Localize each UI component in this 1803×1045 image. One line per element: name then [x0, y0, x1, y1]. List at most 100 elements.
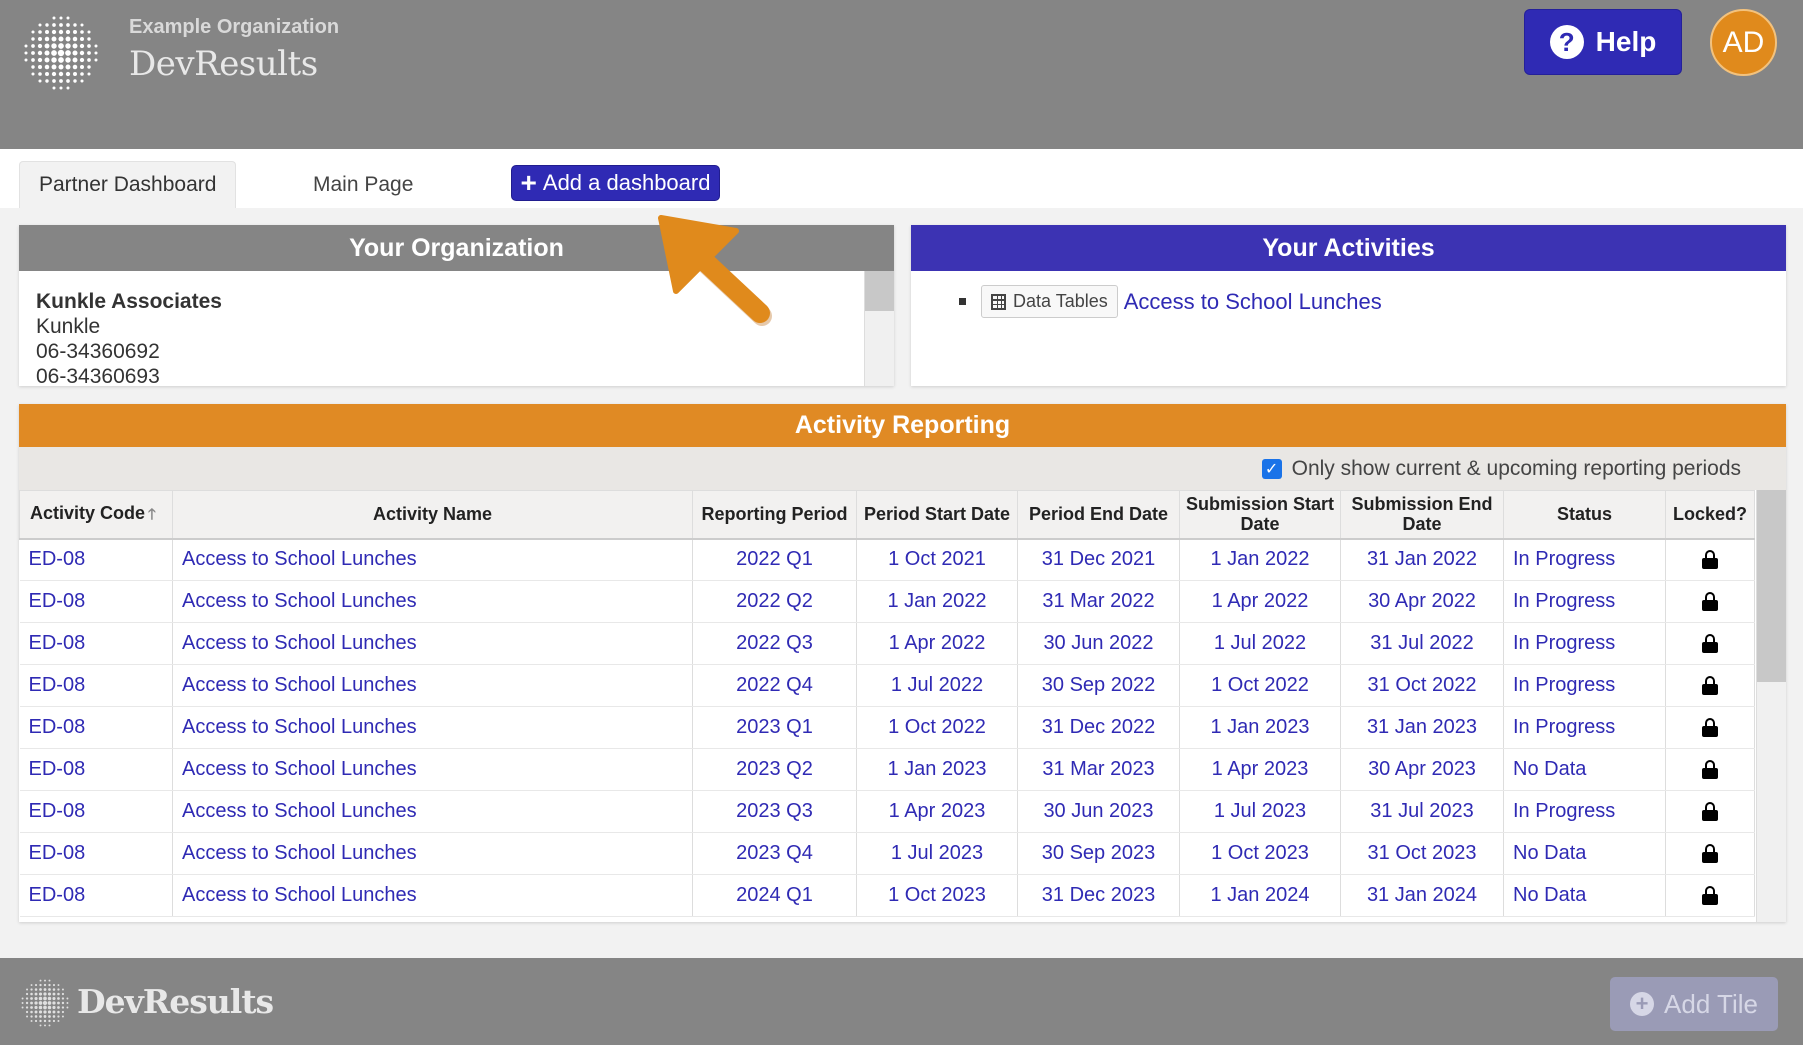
activity-name-cell[interactable]: Access to School Lunches — [172, 832, 693, 875]
submission-end-date-link[interactable]: 31 Oct 2022 — [1368, 674, 1477, 696]
period-start-date-link[interactable]: 1 Oct 2022 — [888, 716, 986, 738]
scrollbar-thumb[interactable] — [865, 271, 894, 311]
period-end-date-cell[interactable]: 31 Dec 2021 — [1017, 538, 1180, 581]
submission-end-date-link[interactable]: 30 Apr 2023 — [1368, 758, 1476, 780]
period-start-date-cell[interactable]: 1 Oct 2021 — [856, 538, 1018, 581]
submission-end-date-link[interactable]: 31 Jan 2023 — [1367, 716, 1477, 738]
table-row[interactable]: ED-08 Access to School Lunches 2023 Q2 1 Ja… — [19, 748, 1755, 791]
activity-code-cell[interactable]: ED-08 — [19, 790, 173, 833]
period-end-date-link[interactable]: 31 Dec 2021 — [1042, 548, 1155, 570]
submission-start-date-cell[interactable]: 1 Apr 2022 — [1179, 580, 1341, 623]
activity-code-link[interactable]: ED-08 — [29, 632, 86, 654]
reporting-period-link[interactable]: 2022 Q4 — [736, 674, 813, 696]
activity-name-cell[interactable]: Access to School Lunches — [172, 790, 693, 833]
current-periods-checkbox[interactable]: ✓ — [1261, 458, 1282, 479]
activity-name-cell[interactable]: Access to School Lunches — [172, 580, 693, 623]
reporting-period-cell[interactable]: 2024 Q1 — [692, 874, 857, 917]
activity-code-cell[interactable]: ED-08 — [19, 622, 173, 665]
status-cell[interactable]: No Data — [1503, 874, 1666, 917]
submission-end-date-link[interactable]: 30 Apr 2022 — [1368, 590, 1476, 612]
status-cell[interactable]: In Progress — [1503, 706, 1666, 749]
period-start-date-link[interactable]: 1 Apr 2023 — [889, 800, 986, 822]
reporting-period-cell[interactable]: 2023 Q1 — [692, 706, 857, 749]
status-link[interactable]: No Data — [1513, 884, 1586, 906]
submission-start-date-link[interactable]: 1 Apr 2022 — [1212, 590, 1309, 612]
period-start-date-link[interactable]: 1 Oct 2023 — [888, 884, 986, 906]
period-start-date-cell[interactable]: 1 Jul 2023 — [856, 832, 1018, 875]
activity-code-link[interactable]: ED-08 — [29, 590, 86, 612]
reporting-period-link[interactable]: 2022 Q3 — [736, 632, 813, 654]
status-link[interactable]: In Progress — [1513, 800, 1615, 822]
activity-name-cell[interactable]: Access to School Lunches — [172, 874, 693, 917]
submission-start-date-link[interactable]: 1 Jan 2024 — [1211, 884, 1310, 906]
table-row[interactable]: ED-08 Access to School Lunches 2022 Q3 1 Ap… — [19, 622, 1755, 665]
submission-start-date-link[interactable]: 1 Jul 2022 — [1214, 632, 1306, 654]
period-start-date-cell[interactable]: 1 Apr 2022 — [856, 622, 1018, 665]
submission-start-date-link[interactable]: 1 Jul 2023 — [1214, 800, 1306, 822]
status-cell[interactable]: No Data — [1503, 832, 1666, 875]
period-end-date-link[interactable]: 30 Sep 2023 — [1042, 842, 1155, 864]
reporting-period-link[interactable]: 2022 Q1 — [736, 548, 813, 570]
status-cell[interactable]: In Progress — [1503, 580, 1666, 623]
activity-name-cell[interactable]: Access to School Lunches — [172, 538, 693, 581]
table-row[interactable]: ED-08 Access to School Lunches 2024 Q1 1 Oc… — [19, 874, 1755, 917]
period-start-date-cell[interactable]: 1 Oct 2022 — [856, 706, 1018, 749]
add-tile-button[interactable]: + Add Tile — [1610, 977, 1778, 1031]
activity-name-link[interactable]: Access to School Lunches — [182, 590, 417, 612]
reporting-period-cell[interactable]: 2023 Q2 — [692, 748, 857, 791]
activity-name-cell[interactable]: Access to School Lunches — [172, 748, 693, 791]
submission-start-date-cell[interactable]: 1 Apr 2023 — [1179, 748, 1341, 791]
period-end-date-link[interactable]: 31 Mar 2022 — [1042, 590, 1154, 612]
period-end-date-cell[interactable]: 30 Sep 2023 — [1017, 832, 1180, 875]
reporting-period-link[interactable]: 2022 Q2 — [736, 590, 813, 612]
submission-start-date-cell[interactable]: 1 Jul 2022 — [1179, 622, 1341, 665]
reporting-period-cell[interactable]: 2022 Q3 — [692, 622, 857, 665]
period-end-date-cell[interactable]: 31 Dec 2023 — [1017, 874, 1180, 917]
submission-end-date-cell[interactable]: 31 Oct 2022 — [1340, 664, 1504, 707]
data-tables-button[interactable]: Data Tables — [981, 285, 1118, 318]
period-end-date-link[interactable]: 31 Dec 2023 — [1042, 884, 1155, 906]
period-start-date-cell[interactable]: 1 Jul 2022 — [856, 664, 1018, 707]
reporting-period-link[interactable]: 2024 Q1 — [736, 884, 813, 906]
reporting-period-link[interactable]: 2023 Q4 — [736, 842, 813, 864]
period-end-date-cell[interactable]: 31 Mar 2022 — [1017, 580, 1180, 623]
activity-name-cell[interactable]: Access to School Lunches — [172, 706, 693, 749]
activity-name-link[interactable]: Access to School Lunches — [182, 842, 417, 864]
activity-name-link[interactable]: Access to School Lunches — [182, 884, 417, 906]
period-start-date-link[interactable]: 1 Jul 2023 — [891, 842, 983, 864]
globe-logo-icon[interactable] — [22, 14, 100, 92]
column-header-activity-code[interactable]: Activity Code 🡑 — [19, 490, 173, 540]
column-header-status[interactable]: Status — [1503, 490, 1666, 540]
period-end-date-cell[interactable]: 31 Mar 2023 — [1017, 748, 1180, 791]
activity-name-link[interactable]: Access to School Lunches — [182, 716, 417, 738]
period-start-date-link[interactable]: 1 Apr 2022 — [889, 632, 986, 654]
reporting-period-link[interactable]: 2023 Q1 — [736, 716, 813, 738]
activity-code-link[interactable]: ED-08 — [29, 800, 86, 822]
status-cell[interactable]: In Progress — [1503, 664, 1666, 707]
submission-end-date-cell[interactable]: 31 Jan 2024 — [1340, 874, 1504, 917]
status-cell[interactable]: In Progress — [1503, 622, 1666, 665]
period-start-date-link[interactable]: 1 Jan 2022 — [888, 590, 987, 612]
activity-code-cell[interactable]: ED-08 — [19, 748, 173, 791]
period-start-date-cell[interactable]: 1 Apr 2023 — [856, 790, 1018, 833]
activity-code-cell[interactable]: ED-08 — [19, 580, 173, 623]
submission-end-date-cell[interactable]: 31 Oct 2023 — [1340, 832, 1504, 875]
period-end-date-link[interactable]: 31 Dec 2022 — [1042, 716, 1155, 738]
activity-code-link[interactable]: ED-08 — [29, 842, 86, 864]
tab-main-page[interactable]: Main Page — [294, 161, 432, 208]
activity-name-cell[interactable]: Access to School Lunches — [172, 622, 693, 665]
organization-scrollbar[interactable] — [864, 271, 894, 386]
add-dashboard-button[interactable]: + Add a dashboard — [511, 165, 720, 201]
table-row[interactable]: ED-08 Access to School Lunches 2023 Q4 1 Ju… — [19, 832, 1755, 875]
submission-start-date-cell[interactable]: 1 Oct 2023 — [1179, 832, 1341, 875]
tab-partner-dashboard[interactable]: Partner Dashboard — [19, 161, 237, 208]
submission-end-date-cell[interactable]: 30 Apr 2023 — [1340, 748, 1504, 791]
status-link[interactable]: In Progress — [1513, 590, 1615, 612]
app-name[interactable]: DevResults — [129, 44, 318, 84]
submission-end-date-link[interactable]: 31 Jan 2024 — [1367, 884, 1477, 906]
activity-code-link[interactable]: ED-08 — [29, 548, 86, 570]
activity-code-cell[interactable]: ED-08 — [19, 538, 173, 581]
status-link[interactable]: No Data — [1513, 842, 1586, 864]
table-row[interactable]: ED-08 Access to School Lunches 2023 Q3 1 Ap… — [19, 790, 1755, 833]
period-start-date-cell[interactable]: 1 Jan 2023 — [856, 748, 1018, 791]
